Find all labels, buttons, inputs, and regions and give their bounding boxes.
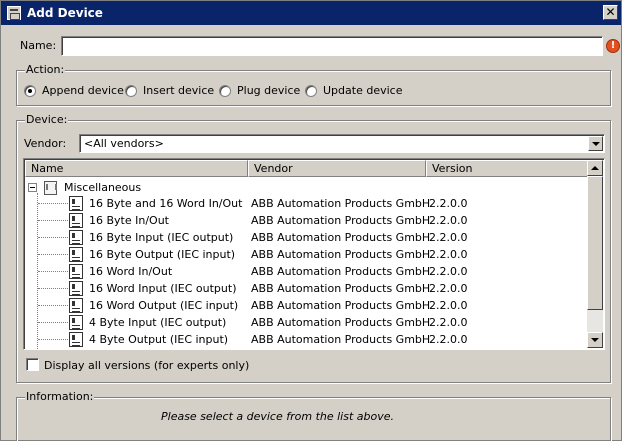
radio-update-device[interactable]: Update device xyxy=(305,84,402,97)
add-device-dialog: Add Device ✕ Name: ! Action: Append devi… xyxy=(0,0,622,441)
device-icon xyxy=(69,213,83,228)
tree-line xyxy=(38,237,68,238)
column-header-version[interactable]: Version xyxy=(426,160,588,177)
device-vendor: ABB Automation Products GmbH xyxy=(251,231,431,244)
close-button[interactable]: ✕ xyxy=(603,5,618,20)
device-vendor: ABB Automation Products GmbH xyxy=(251,197,431,210)
vertical-scrollbar[interactable] xyxy=(587,160,603,348)
column-header-vendor[interactable]: Vendor xyxy=(248,160,426,177)
table-row[interactable]: 16 Word Input (IEC output) ABB Automatio… xyxy=(24,280,586,297)
column-header-name[interactable]: Name xyxy=(25,160,248,177)
table-row[interactable]: 16 Word In/Out ABB Automation Products G… xyxy=(24,263,586,280)
radio-append-device[interactable]: Append device xyxy=(24,84,124,97)
window-title: Add Device xyxy=(27,6,103,20)
close-icon: ✕ xyxy=(605,5,616,19)
table-row[interactable]: 4 Byte Output (IEC input) ABB Automation… xyxy=(24,331,586,348)
device-icon xyxy=(69,332,83,347)
name-input[interactable] xyxy=(61,36,603,56)
table-row[interactable]: 16 Byte In/Out ABB Automation Products G… xyxy=(24,212,586,229)
radio-label: Update device xyxy=(323,84,403,97)
vendor-value: <All vendors> xyxy=(84,137,164,150)
vendor-dropdown[interactable]: <All vendors> xyxy=(79,134,605,153)
device-group-icon xyxy=(42,180,58,195)
tree-line xyxy=(38,220,68,221)
device-version: 2.2.0.0 xyxy=(429,333,468,346)
scroll-up-icon[interactable] xyxy=(587,160,603,176)
tree-node-label: Miscellaneous xyxy=(64,180,142,194)
collapse-icon[interactable] xyxy=(28,182,37,192)
device-name: 16 Word Input (IEC output) xyxy=(89,282,237,295)
scroll-down-icon[interactable] xyxy=(587,332,603,348)
device-group-title: Device: xyxy=(25,113,69,126)
radio-plug-device[interactable]: Plug device xyxy=(219,84,300,97)
error-icon: ! xyxy=(606,39,620,53)
tree-line xyxy=(38,339,68,340)
device-vendor: ABB Automation Products GmbH xyxy=(251,316,431,329)
name-label: Name: xyxy=(20,39,57,52)
display-all-versions-label[interactable]: Display all versions (for experts only) xyxy=(44,359,249,372)
device-version: 2.2.0.0 xyxy=(429,231,468,244)
table-row[interactable]: 16 Byte Input (IEC output) ABB Automatio… xyxy=(24,229,586,246)
radio-button[interactable] xyxy=(219,84,231,97)
device-name: 4 Byte Output (IEC input) xyxy=(89,333,229,346)
device-name: 4 Byte Input (IEC output) xyxy=(89,316,227,329)
device-vendor: ABB Automation Products GmbH xyxy=(251,248,431,261)
device-list[interactable]: Name Vendor Version Miscellaneous 16 Byt… xyxy=(23,158,605,350)
radio-insert-device[interactable]: Insert device xyxy=(125,84,214,97)
device-icon xyxy=(69,247,83,262)
device-name: 16 Byte and 16 Word In/Out xyxy=(89,197,243,210)
scroll-thumb[interactable] xyxy=(587,176,603,310)
table-row[interactable]: 16 Byte and 16 Word In/Out ABB Automatio… xyxy=(24,195,586,212)
information-message: Please select a device from the list abo… xyxy=(161,410,395,423)
device-vendor: ABB Automation Products GmbH xyxy=(251,265,431,278)
device-name: 16 Byte Output (IEC input) xyxy=(89,248,236,261)
vendor-label: Vendor: xyxy=(24,137,67,150)
list-header: Name Vendor Version xyxy=(25,160,588,177)
device-version: 2.2.0.0 xyxy=(429,316,468,329)
display-all-versions-checkbox[interactable] xyxy=(26,358,39,371)
device-icon xyxy=(69,230,83,245)
tree-line xyxy=(38,288,68,289)
device-icon xyxy=(69,281,83,296)
device-vendor: ABB Automation Products GmbH xyxy=(251,282,431,295)
device-name: 16 Word Output (IEC input) xyxy=(89,299,239,312)
tree-line xyxy=(38,305,68,306)
tree-line xyxy=(38,254,68,255)
radio-label: Append device xyxy=(42,84,124,97)
device-version: 2.2.0.0 xyxy=(429,197,468,210)
device-vendor: ABB Automation Products GmbH xyxy=(251,333,431,346)
table-row[interactable]: 4 Byte Input (IEC output) ABB Automation… xyxy=(24,314,586,331)
title-bar[interactable]: Add Device ✕ xyxy=(1,1,621,25)
device-icon xyxy=(69,315,83,330)
tree-node-miscellaneous[interactable]: Miscellaneous xyxy=(28,179,141,195)
radio-button[interactable] xyxy=(24,84,36,97)
chevron-down-icon[interactable] xyxy=(588,136,603,151)
radio-button[interactable] xyxy=(125,84,137,97)
device-vendor: ABB Automation Products GmbH xyxy=(251,299,431,312)
information-group-title: Information: xyxy=(25,390,95,403)
table-row[interactable]: 16 Byte Output (IEC input) ABB Automatio… xyxy=(24,246,586,263)
tree-line xyxy=(38,271,68,272)
tree-line xyxy=(38,322,68,323)
device-icon xyxy=(69,264,83,279)
device-name: 16 Byte Input (IEC output) xyxy=(89,231,234,244)
device-vendor: ABB Automation Products GmbH xyxy=(251,214,431,227)
radio-button[interactable] xyxy=(305,84,317,97)
action-group-title: Action: xyxy=(25,63,66,76)
device-version: 2.2.0.0 xyxy=(429,299,468,312)
device-version: 2.2.0.0 xyxy=(429,282,468,295)
tree-line xyxy=(38,203,68,204)
device-version: 2.2.0.0 xyxy=(429,214,468,227)
device-version: 2.2.0.0 xyxy=(429,248,468,261)
device-icon xyxy=(69,298,83,313)
radio-label: Plug device xyxy=(237,84,301,97)
radio-label: Insert device xyxy=(143,84,215,97)
table-row[interactable]: 16 Word Output (IEC input) ABB Automatio… xyxy=(24,297,586,314)
device-name: 16 Word In/Out xyxy=(89,265,173,278)
device-name: 16 Byte In/Out xyxy=(89,214,169,227)
device-icon xyxy=(69,196,83,211)
device-icon xyxy=(7,6,21,20)
device-version: 2.2.0.0 xyxy=(429,265,468,278)
